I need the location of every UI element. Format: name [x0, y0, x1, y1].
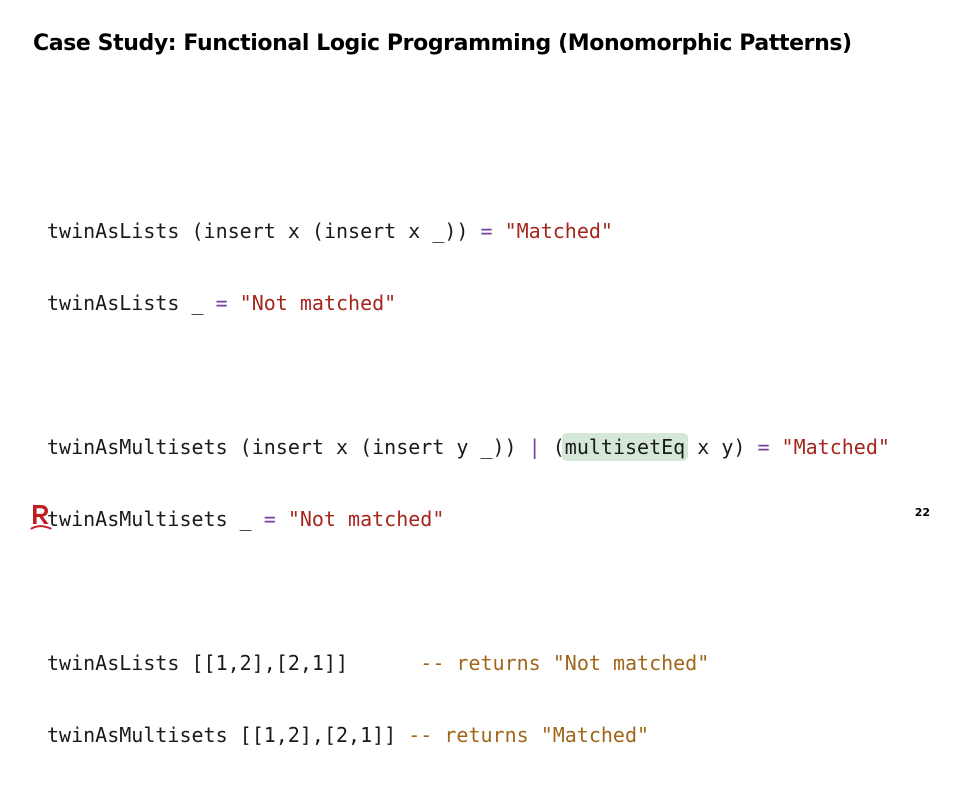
- code-comment-string: "Matched": [540, 723, 650, 747]
- code-string: "Not matched": [287, 507, 445, 531]
- r-logo-icon: [30, 503, 52, 531]
- code-text: twinAsMultisets [[1,2],[2,1]]: [47, 723, 409, 747]
- code-operator: |: [528, 435, 541, 459]
- code-string: "Matched": [504, 219, 613, 243]
- page-number: 22: [914, 506, 930, 519]
- code-operator: =: [215, 291, 228, 315]
- code-line-3: twinAsMultisets (insert x (insert y _)) …: [47, 433, 890, 461]
- code-line-5: twinAsLists [[1,2],[2,1]] -- returns "No…: [47, 651, 890, 675]
- code-line-2: twinAsLists _ = "Not matched": [47, 291, 890, 315]
- code-string: "Matched": [781, 435, 890, 459]
- code-operator: =: [263, 507, 276, 531]
- code-line-4: twinAsMultisets _ = "Not matched": [47, 507, 890, 531]
- code-text: x y): [685, 435, 758, 459]
- slide-title: Case Study: Functional Logic Programming…: [33, 31, 852, 56]
- code-line-6: twinAsMultisets [[1,2],[2,1]] -- returns…: [47, 723, 890, 747]
- code-string: "Not matched": [239, 291, 397, 315]
- code-comment-string: "Not matched": [552, 651, 710, 675]
- slide: Case Study: Functional Logic Programming…: [0, 0, 960, 747]
- code-highlight: multisetEq: [561, 433, 689, 461]
- code-text: twinAsLists _: [47, 291, 216, 315]
- code-operator: =: [757, 435, 770, 459]
- code-comment: -- returns: [408, 723, 541, 747]
- code-text: twinAsMultisets _: [47, 507, 264, 531]
- code-block: twinAsLists (insert x (insert x _)) = "M…: [47, 171, 890, 795]
- code-text: twinAsLists (insert x (insert x _)): [47, 219, 481, 243]
- code-comment: -- returns: [420, 651, 553, 675]
- code-text: twinAsLists [[1,2],[2,1]]: [47, 651, 421, 675]
- code-operator: =: [480, 219, 493, 243]
- code-text: twinAsMultisets (insert x (insert y _)): [47, 435, 529, 459]
- code-line-1: twinAsLists (insert x (insert x _)) = "M…: [47, 219, 890, 243]
